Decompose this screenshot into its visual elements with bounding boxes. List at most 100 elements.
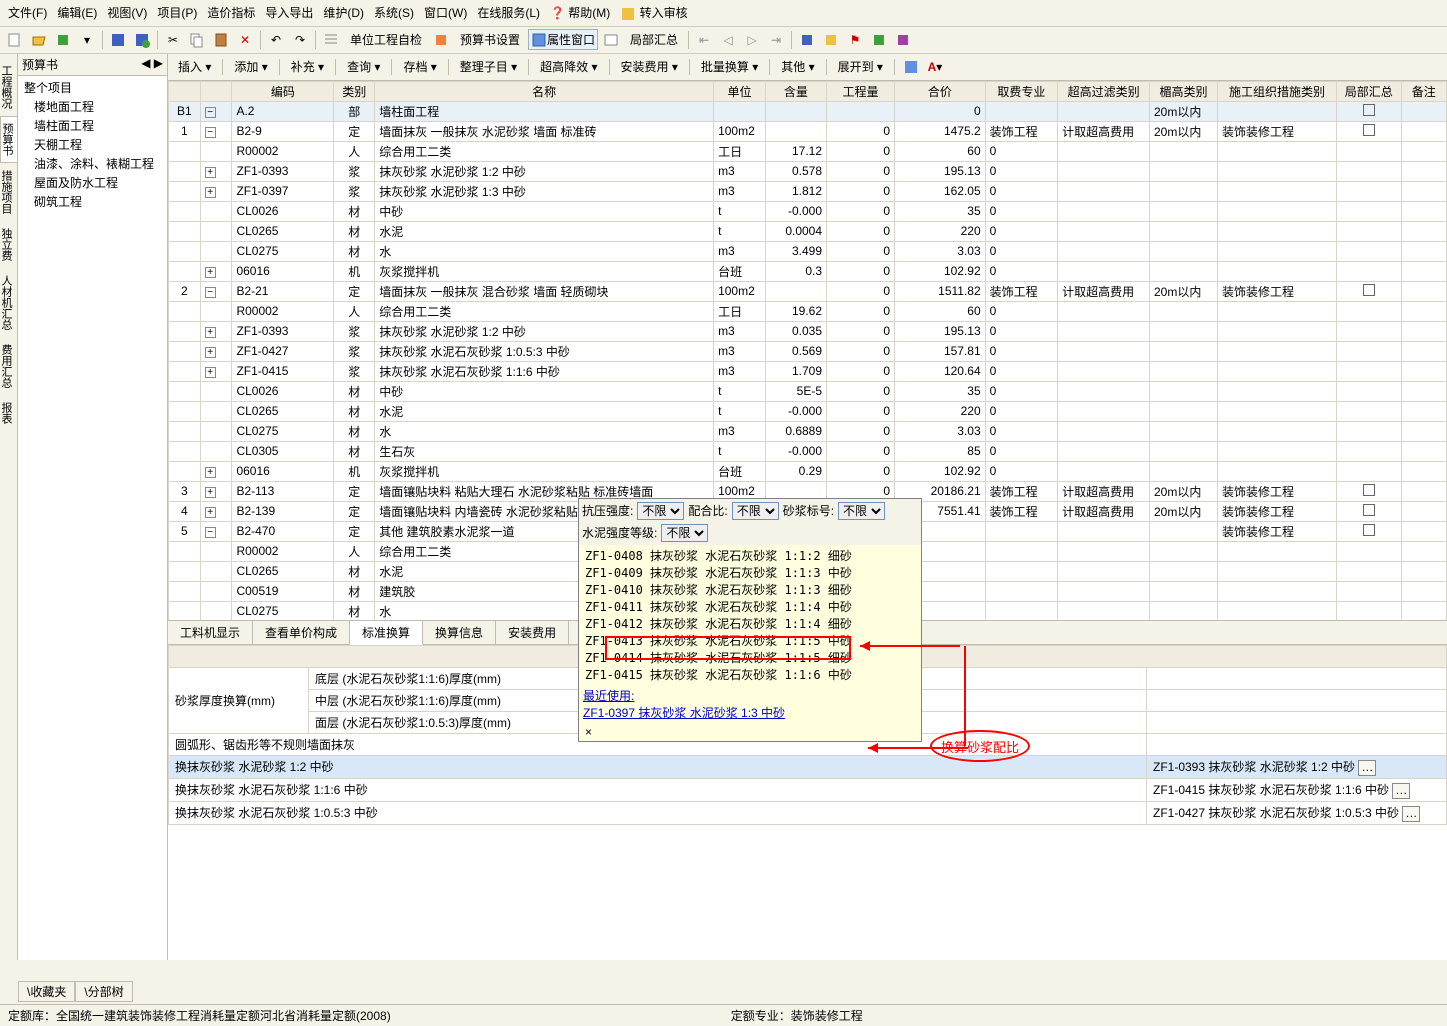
row-checkbox[interactable] [1363, 104, 1375, 116]
popup-item[interactable]: ZF1-0411 抹灰砂浆 水泥石灰砂浆 1:1:4 中砂 [581, 598, 919, 615]
grid-header[interactable]: 取费专业 [985, 81, 1058, 101]
bottom-tab[interactable]: 标准换算 [350, 621, 423, 645]
popup-item[interactable]: ZF1-0409 抹灰砂浆 水泥石灰砂浆 1:1:3 中砂 [581, 564, 919, 581]
nav-next-icon[interactable]: ▷ [741, 29, 763, 51]
saveas-icon[interactable] [131, 29, 153, 51]
row-expander[interactable]: + [205, 187, 216, 198]
grid-header[interactable]: 楣高类别 [1149, 81, 1217, 101]
grid-header[interactable]: 超高过滤类别 [1058, 81, 1150, 101]
delete-icon[interactable]: ✕ [234, 29, 256, 51]
list-icon[interactable] [320, 29, 342, 51]
row-expander[interactable]: + [205, 327, 216, 338]
table-row[interactable]: R00002人综合用工二类工日19.620600 [169, 301, 1447, 321]
row-expander[interactable]: + [205, 487, 216, 498]
row-expander[interactable]: + [205, 467, 216, 478]
ellipsis-button[interactable]: … [1392, 783, 1410, 799]
content-toolbar-item[interactable]: 批量换算 ▾ [695, 56, 764, 77]
conv-value[interactable] [1147, 689, 1447, 711]
content-toolbar-item[interactable]: 存档 ▾ [397, 56, 442, 77]
menu-item[interactable]: ❓ 帮助(M) [546, 2, 614, 24]
bottom-tab[interactable]: 工料机显示 [168, 621, 253, 644]
nav-prev-icon[interactable]: ◁ [717, 29, 739, 51]
popup-item[interactable]: ZF1-0408 抹灰砂浆 水泥石灰砂浆 1:1:2 细砂 [581, 547, 919, 564]
popup-item[interactable]: ZF1-0410 抹灰砂浆 水泥石灰砂浆 1:1:3 细砂 [581, 581, 919, 598]
recent-item-link[interactable]: ZF1-0397 抹灰砂浆 水泥砂浆 1:3 中砂 [583, 704, 917, 721]
menu-item[interactable]: 窗口(W) [420, 2, 471, 24]
content-toolbar-item[interactable]: 整理子目 ▾ [454, 56, 523, 77]
redo-icon[interactable]: ↷ [289, 29, 311, 51]
table-row[interactable]: CL0275材水m30.688903.030 [169, 421, 1447, 441]
paste-icon[interactable] [210, 29, 232, 51]
popup-item[interactable]: ZF1-0412 抹灰砂浆 水泥石灰砂浆 1:1:4 细砂 [581, 615, 919, 632]
table-row[interactable]: +ZF1-0393浆抹灰砂浆 水泥砂浆 1:2 中砂m30.5780195.13… [169, 161, 1447, 181]
content-toolbar-item[interactable]: 展开到 ▾ [832, 56, 889, 77]
row-expander[interactable]: − [205, 127, 216, 138]
conv-row[interactable]: 换抹灰砂浆 水泥石灰砂浆 1:1:6 中砂ZF1-0415 抹灰砂浆 水泥石灰砂… [169, 778, 1447, 801]
popup-list[interactable]: ZF1-0408 抹灰砂浆 水泥石灰砂浆 1:1:2 细砂ZF1-0409 抹灰… [579, 545, 921, 685]
sidebar-bottom-tab[interactable]: \分部树 [75, 981, 132, 1002]
filter-select[interactable]: 不限 [661, 524, 708, 542]
grid-header[interactable]: 局部汇总 [1336, 81, 1401, 101]
summary-icon[interactable] [600, 29, 622, 51]
tree-item[interactable]: 天棚工程 [20, 135, 165, 154]
grid-header[interactable]: 施工组织措施类别 [1217, 81, 1336, 101]
table-row[interactable]: +ZF1-0397浆抹灰砂浆 水泥砂浆 1:3 中砂m31.8120162.05… [169, 181, 1447, 201]
tool2-icon[interactable] [820, 29, 842, 51]
table-row[interactable]: CL0026材中砂t5E-50350 [169, 381, 1447, 401]
tree-item[interactable]: 墙柱面工程 [20, 116, 165, 135]
grid-header[interactable]: 含量 [765, 81, 826, 101]
save-icon[interactable] [107, 29, 129, 51]
vtab[interactable]: 独立费 [0, 221, 17, 268]
settings-icon[interactable] [430, 29, 452, 51]
new-icon[interactable] [4, 29, 26, 51]
row-expander[interactable]: + [205, 267, 216, 278]
table-row[interactable]: CL0265材水泥t-0.00002200 [169, 401, 1447, 421]
table-row[interactable]: CL0305材生石灰t-0.0000850 [169, 441, 1447, 461]
content-toolbar-item[interactable]: 添加 ▾ [228, 56, 273, 77]
table-row[interactable]: CL0265材水泥t0.000402200 [169, 221, 1447, 241]
popup-item[interactable]: ZF1-0415 抹灰砂浆 水泥石灰砂浆 1:1:6 中砂 [581, 666, 919, 683]
grid-header[interactable] [200, 81, 232, 101]
conv-value[interactable] [1147, 667, 1447, 689]
menu-transfer[interactable]: 转入审核 [616, 2, 691, 24]
grid-header[interactable]: 备注 [1401, 81, 1446, 101]
conv-value[interactable]: ZF1-0427 抹灰砂浆 水泥石灰砂浆 1:0.5:3 中砂 … [1147, 801, 1447, 824]
filter-select[interactable]: 不限 [637, 502, 684, 520]
row-checkbox[interactable] [1363, 484, 1375, 496]
tree-item[interactable]: 砌筑工程 [20, 192, 165, 211]
vtab[interactable]: 预算书 [0, 116, 17, 163]
vtab[interactable]: 工程概况 [0, 58, 17, 116]
table-row[interactable]: +ZF1-0427浆抹灰砂浆 水泥石灰砂浆 1:0.5:3 中砂m30.5690… [169, 341, 1447, 361]
menu-item[interactable]: 文件(F) [4, 2, 51, 24]
nav-first-icon[interactable]: ⇤ [693, 29, 715, 51]
vtab[interactable]: 人材机汇总 [0, 268, 17, 337]
table-row[interactable]: +06016机灰浆搅拌机台班0.30102.920 [169, 261, 1447, 281]
conv-value[interactable]: ZF1-0415 抹灰砂浆 水泥石灰砂浆 1:1:6 中砂 … [1147, 778, 1447, 801]
expand-all-icon[interactable] [900, 56, 922, 78]
menu-item[interactable]: 造价指标 [203, 2, 259, 24]
bottom-tab[interactable]: 换算信息 [423, 621, 496, 644]
open-icon[interactable] [28, 29, 50, 51]
bottom-tab[interactable]: 安装费用 [496, 621, 569, 644]
row-checkbox[interactable] [1363, 284, 1375, 296]
conv-row[interactable]: 换抹灰砂浆 水泥石灰砂浆 1:0.5:3 中砂ZF1-0427 抹灰砂浆 水泥石… [169, 801, 1447, 824]
table-row[interactable]: +ZF1-0393浆抹灰砂浆 水泥砂浆 1:2 中砂m30.0350195.13… [169, 321, 1447, 341]
nav-last-icon[interactable]: ⇥ [765, 29, 787, 51]
grid-header[interactable]: 编码 [232, 81, 334, 101]
conv-value[interactable] [1147, 733, 1447, 755]
content-toolbar-item[interactable]: 插入 ▾ [172, 56, 217, 77]
table-row[interactable]: 1−B2-9定墙面抹灰 一般抹灰 水泥砂浆 墙面 标准砖100m201475.2… [169, 121, 1447, 141]
conv-value[interactable] [1147, 711, 1447, 733]
content-toolbar-item[interactable]: 查询 ▾ [341, 56, 386, 77]
property-window-btn[interactable]: 属性窗口 [528, 29, 598, 50]
row-expander[interactable]: + [205, 507, 216, 518]
tool1-icon[interactable] [796, 29, 818, 51]
row-expander[interactable]: − [205, 287, 216, 298]
vtab[interactable]: 费用汇总 [0, 337, 17, 395]
table-row[interactable]: CL0026材中砂t-0.0000350 [169, 201, 1447, 221]
filter-select[interactable]: 不限 [838, 502, 885, 520]
grid-header[interactable] [169, 81, 201, 101]
sidebar-bottom-tab[interactable]: \收藏夹 [18, 981, 75, 1002]
unit-check-btn[interactable]: 单位工程自检 [344, 29, 428, 50]
grid-header[interactable]: 名称 [375, 81, 714, 101]
